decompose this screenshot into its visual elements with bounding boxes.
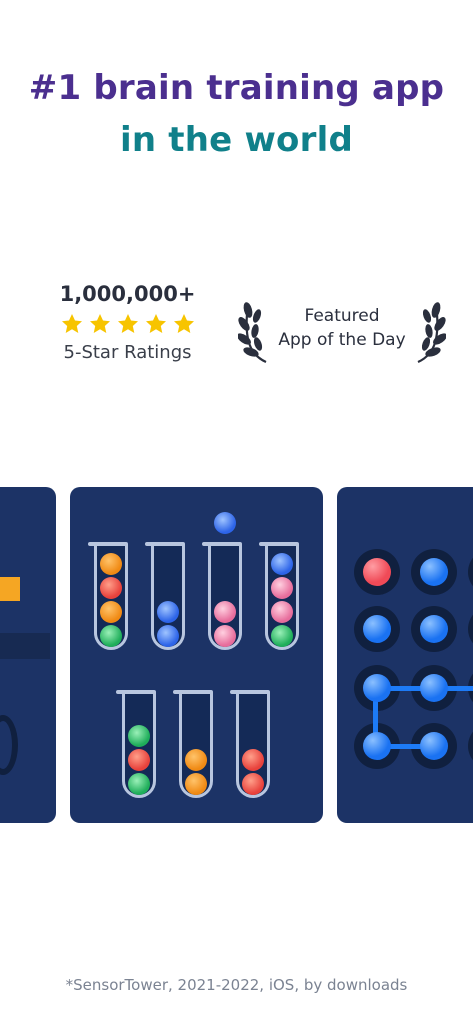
ball [185, 749, 207, 771]
rating-block: 1,000,000+ 5-Star Ratings [40, 282, 215, 363]
ball [214, 601, 236, 623]
headline-line-2: in the world [120, 120, 353, 160]
ball [214, 625, 236, 647]
ball [157, 601, 179, 623]
ball [271, 601, 293, 623]
star-icon [89, 314, 110, 333]
dot-slot[interactable] [468, 606, 473, 652]
rating-label: 5-Star Ratings [63, 342, 192, 363]
tube-rim [173, 690, 213, 694]
game-screen-left [0, 487, 56, 823]
dot [363, 674, 391, 702]
ball [185, 773, 207, 795]
dot [420, 558, 448, 586]
laurel-right-icon [417, 302, 446, 364]
ball [100, 553, 122, 575]
featured-badge: Featured App of the Day [238, 296, 446, 368]
game-screen-ball-sort [70, 487, 323, 823]
tube-rim [88, 542, 128, 546]
tube[interactable] [236, 692, 270, 798]
dot-slot[interactable] [411, 606, 457, 652]
dot-slot[interactable] [354, 549, 400, 595]
ring-shape [0, 715, 18, 775]
star-icon [61, 314, 82, 333]
ball [271, 625, 293, 647]
tube-rim [202, 542, 242, 546]
dot [420, 732, 448, 760]
grid-cell [28, 633, 50, 659]
lifted-ball [214, 512, 236, 534]
ball [271, 553, 293, 575]
dot-slot[interactable] [411, 549, 457, 595]
ball [242, 749, 264, 771]
star-icon [117, 314, 138, 333]
headline-line-1: #1 brain training app [28, 68, 445, 108]
game-screen-connect-dots [337, 487, 473, 823]
tube-rim [259, 542, 299, 546]
star-icon [145, 314, 166, 333]
tube[interactable] [151, 544, 185, 650]
ball [128, 773, 150, 795]
ball [100, 601, 122, 623]
tube[interactable] [122, 692, 156, 798]
score-tag [0, 577, 20, 601]
dot [363, 732, 391, 760]
ball [128, 749, 150, 771]
footnote: *SensorTower, 2021-2022, iOS, by downloa… [65, 976, 408, 994]
featured-line-1: Featured [304, 306, 380, 326]
tube[interactable] [265, 544, 299, 650]
dot [420, 615, 448, 643]
tube[interactable] [94, 544, 128, 650]
dot-slot[interactable] [468, 723, 473, 769]
star-rating [40, 312, 215, 336]
ball [100, 625, 122, 647]
ball [100, 577, 122, 599]
tube-rim [116, 690, 156, 694]
tube[interactable] [179, 692, 213, 798]
dot [363, 615, 391, 643]
dot-slot[interactable] [354, 606, 400, 652]
ball [157, 625, 179, 647]
ball [242, 773, 264, 795]
featured-line-2: App of the Day [278, 330, 406, 350]
ball [271, 577, 293, 599]
tube[interactable] [208, 544, 242, 650]
ball [128, 725, 150, 747]
dot [363, 558, 391, 586]
tube-rim [230, 690, 270, 694]
dot-slot[interactable] [468, 549, 473, 595]
featured-text: Featured App of the Day [268, 304, 416, 352]
dot [420, 674, 448, 702]
star-icon [173, 314, 194, 333]
rating-count: 1,000,000+ [59, 282, 196, 306]
tube-rim [145, 542, 185, 546]
